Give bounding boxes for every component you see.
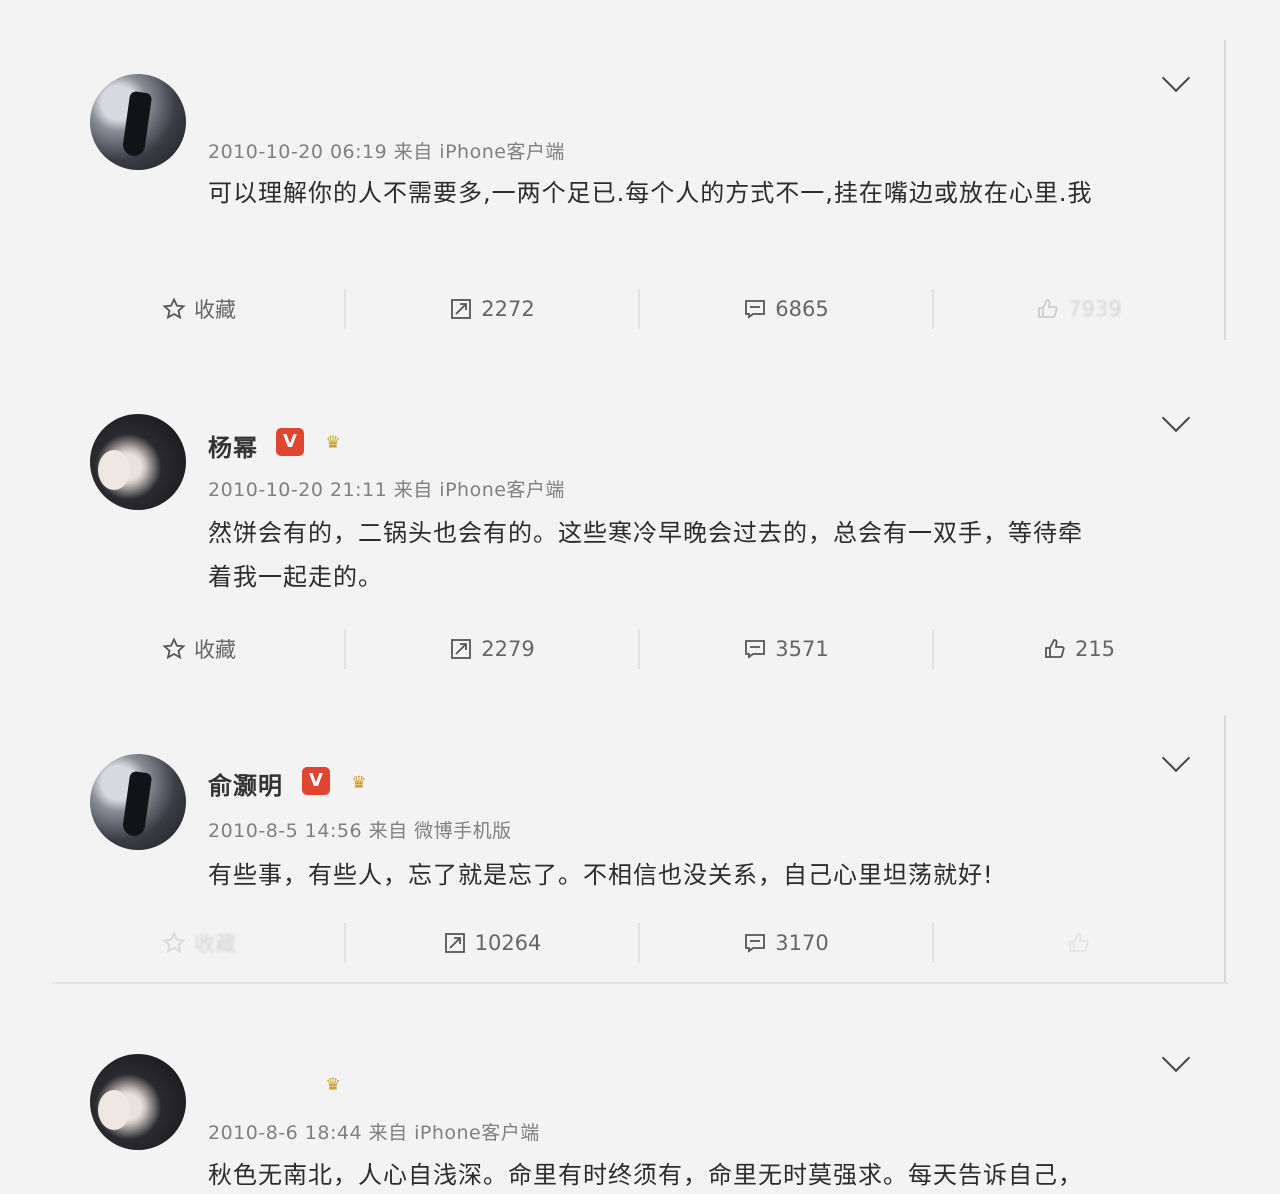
chevron-down-icon[interactable] <box>1161 1043 1191 1073</box>
repost-icon <box>444 933 465 953</box>
action-bar: 收藏 2272 6865 7939 <box>54 289 1224 329</box>
like-button[interactable]: 215 <box>934 629 1224 669</box>
user-name[interactable]: 杨幂 <box>208 428 258 463</box>
action-bar: 收藏 10264 3170 <box>54 923 1224 963</box>
verified-badge: V <box>302 767 330 795</box>
favorite-label: 收藏 <box>194 932 236 956</box>
avatar[interactable] <box>90 74 186 170</box>
comment-button[interactable]: 3170 <box>640 923 932 963</box>
star-icon <box>162 297 186 320</box>
repost-icon <box>451 299 472 319</box>
favorite-label: 收藏 <box>194 638 236 662</box>
star-icon <box>162 931 186 954</box>
thumbs-up-icon <box>1038 299 1058 318</box>
favorite-button[interactable]: 收藏 <box>54 289 344 329</box>
star-icon <box>162 637 186 660</box>
post-meta: 2010-10-20 06:19 来自 iPhone客户端 <box>208 141 565 163</box>
favorite-label: 收藏 <box>194 298 236 322</box>
crown-icon: ♛ <box>325 433 341 453</box>
repost-button[interactable]: 2272 <box>346 289 638 329</box>
like-count: 215 <box>1074 637 1116 661</box>
repost-count: 10264 <box>474 931 542 955</box>
post-card: 俞灏明 V ♛ 2010-8-5 14:56 来自 微博手机版 有些事，有些人，… <box>0 720 1280 982</box>
action-bar: 收藏 2279 3571 215 <box>54 629 1224 669</box>
like-count: 7939 <box>1068 297 1122 321</box>
repost-count: 2279 <box>481 637 535 661</box>
comment-icon <box>745 934 766 953</box>
card-divider <box>52 982 1228 984</box>
post-card: 杨幂 V ♛ 2010-10-20 21:11 来自 iPhone客户端 然饼会… <box>0 380 1280 700</box>
avatar[interactable] <box>90 1054 186 1150</box>
comment-count: 3571 <box>775 637 829 661</box>
chevron-down-icon[interactable] <box>1161 743 1191 773</box>
verified-badge: V <box>276 428 304 456</box>
comment-count: 6865 <box>775 297 829 321</box>
favorite-button[interactable]: 收藏 <box>54 629 344 669</box>
crown-icon: ♛ <box>325 1075 341 1095</box>
avatar[interactable] <box>90 414 186 510</box>
post-card: 2010-10-20 06:19 来自 iPhone客户端 可以理解你的人不需要… <box>0 0 1280 340</box>
like-button[interactable]: 7939 <box>934 289 1224 329</box>
user-name[interactable]: 俞灏明 <box>208 766 283 801</box>
post-card: ♛ 2010-8-6 18:44 来自 iPhone客户端 秋色无南北，人心自浅… <box>0 1020 1280 1194</box>
like-button[interactable] <box>934 923 1224 963</box>
crown-icon: ♛ <box>351 773 367 793</box>
comment-button[interactable]: 6865 <box>640 289 932 329</box>
post-text: 有些事，有些人，忘了就是忘了。不相信也没关系，自己心里坦荡就好! <box>208 861 994 889</box>
thumbs-up-icon <box>1045 639 1065 658</box>
chevron-down-icon[interactable] <box>1161 403 1191 433</box>
comment-count: 3170 <box>775 931 829 955</box>
post-meta: 2010-8-5 14:56 来自 微博手机版 <box>208 820 512 842</box>
favorite-button[interactable]: 收藏 <box>54 923 344 963</box>
post-meta: 2010-8-6 18:44 来自 iPhone客户端 <box>208 1122 540 1144</box>
comment-button[interactable]: 3571 <box>640 629 932 669</box>
repost-count: 2272 <box>481 297 535 321</box>
thumbs-up-icon <box>1069 933 1089 952</box>
comment-icon <box>745 300 766 319</box>
post-text: 然饼会有的，二锅头也会有的。这些寒冷早晚会过去的，总会有一双手，等待牵 <box>208 519 1083 547</box>
post-text: 秋色无南北，人心自浅深。命里有时终须有，命里无时莫强求。每天告诉自己， <box>208 1161 1083 1189</box>
post-meta: 2010-10-20 21:11 来自 iPhone客户端 <box>208 479 565 501</box>
chevron-down-icon[interactable] <box>1161 63 1191 93</box>
avatar[interactable] <box>90 754 186 850</box>
comment-icon <box>745 640 766 659</box>
post-text: 着我一起走的。 <box>208 563 383 591</box>
repost-button[interactable]: 10264 <box>346 923 638 963</box>
repost-button[interactable]: 2279 <box>346 629 638 669</box>
repost-icon <box>451 639 472 659</box>
post-text: 可以理解你的人不需要多,一两个足已.每个人的方式不一,挂在嘴边或放在心里.我 <box>208 179 1093 207</box>
